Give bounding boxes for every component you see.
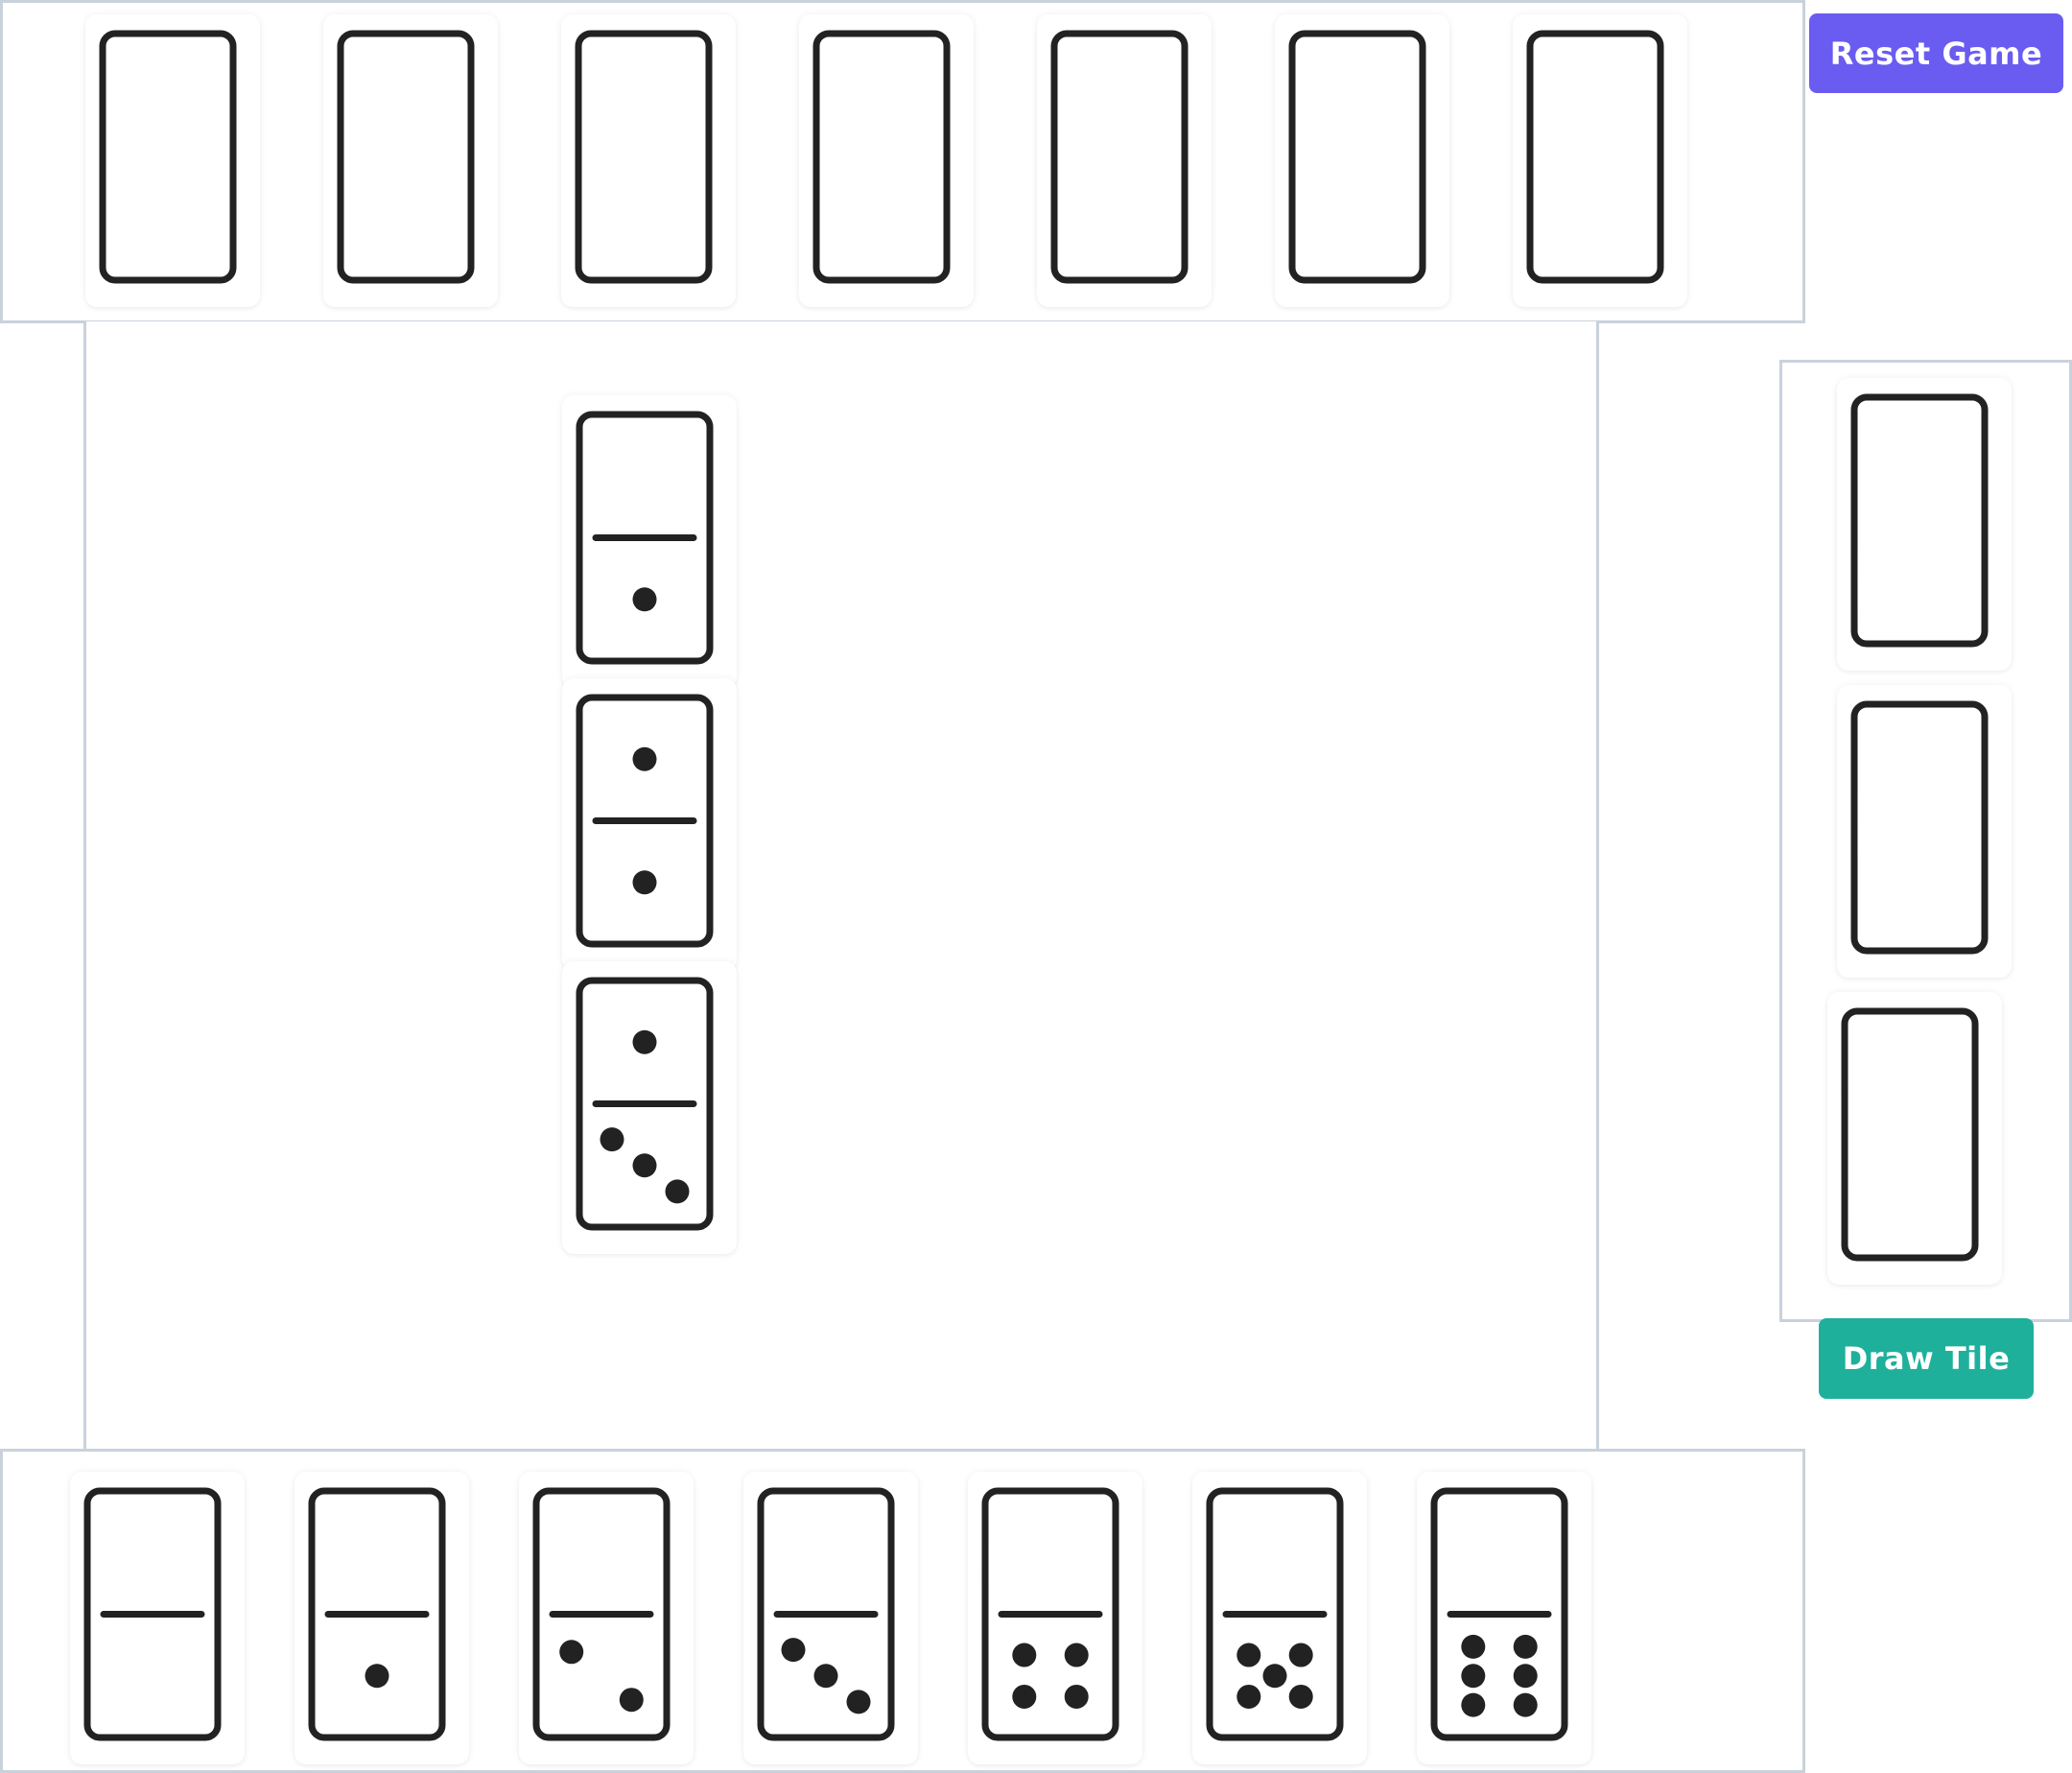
player-hand-tile[interactable] [1192, 1472, 1367, 1764]
domino-pip [1262, 1664, 1287, 1689]
domino-pip [1012, 1684, 1037, 1709]
domino-frame [337, 30, 475, 284]
domino-frame [99, 30, 237, 284]
domino-pip [1012, 1643, 1037, 1667]
domino-pip [619, 1688, 644, 1713]
domino-pip [1288, 1643, 1313, 1667]
domino-svg [337, 30, 475, 284]
player-hand-tile[interactable] [294, 1472, 469, 1764]
domino-pip [781, 1638, 806, 1663]
domino-svg [812, 30, 951, 284]
domino-pip [1064, 1643, 1089, 1667]
domino-pip [1236, 1643, 1261, 1667]
domino-pip [1461, 1634, 1486, 1659]
player-hand-tile[interactable] [968, 1472, 1142, 1764]
opponent-facedown-tile [1037, 14, 1212, 307]
domino-svg [1850, 700, 1989, 955]
domino-pip [1461, 1692, 1486, 1717]
domino-svg [83, 1487, 222, 1741]
domino-pip [632, 746, 657, 771]
domino-svg [757, 1487, 895, 1741]
domino-pip [632, 870, 657, 895]
domino-svg [99, 30, 237, 284]
domino-pip [846, 1690, 871, 1714]
player-hand-tile[interactable] [1417, 1472, 1591, 1764]
domino-pip [1288, 1684, 1313, 1709]
domino-svg [308, 1487, 446, 1741]
domino-frame [1050, 30, 1189, 284]
domino-svg [1050, 30, 1189, 284]
boneyard-facedown-tile[interactable] [1837, 685, 2012, 978]
domino-frame [1850, 393, 1989, 648]
domino-pip [1064, 1684, 1089, 1709]
domino-svg [576, 977, 714, 1231]
board-domino-tile [562, 961, 737, 1254]
domino-pip [600, 1127, 624, 1152]
domino-svg [1288, 30, 1426, 284]
domino-pip [365, 1664, 389, 1689]
domino-pip [632, 587, 657, 612]
player-hand-tile[interactable] [70, 1472, 245, 1764]
board-domino-tile [562, 678, 737, 971]
domino-svg [1850, 393, 1989, 648]
domino-pip [1236, 1684, 1261, 1709]
domino-pip [1513, 1634, 1538, 1659]
opponent-facedown-tile [1275, 14, 1449, 307]
opponent-facedown-tile [799, 14, 974, 307]
reset-game-button[interactable]: Reset Game [1809, 13, 2063, 93]
board-domino-tile [562, 395, 737, 688]
domino-frame [1850, 700, 1989, 955]
domino-svg [575, 30, 713, 284]
domino-svg [532, 1487, 671, 1741]
domino-svg [1430, 1487, 1568, 1741]
boneyard-facedown-tile[interactable] [1837, 378, 2012, 671]
domino-frame [1526, 30, 1664, 284]
domino-pip [632, 1029, 657, 1054]
player-hand-tile[interactable] [519, 1472, 694, 1764]
domino-svg [1526, 30, 1664, 284]
game-board [83, 321, 1599, 1454]
player-hand-panel [0, 1449, 1805, 1773]
domino-pip [632, 1153, 657, 1178]
domino-pip [813, 1664, 838, 1689]
opponent-facedown-tile [561, 14, 736, 307]
opponent-hand-panel [0, 0, 1805, 323]
domino-frame [812, 30, 951, 284]
domino-pip [1513, 1692, 1538, 1717]
boneyard-panel [1779, 360, 2072, 1322]
opponent-facedown-tile [85, 14, 260, 307]
domino-svg [1841, 1007, 1979, 1262]
domino-svg [1206, 1487, 1344, 1741]
domino-svg [576, 694, 714, 948]
domino-pip [1461, 1664, 1486, 1689]
player-hand-tile[interactable] [743, 1472, 918, 1764]
domino-frame [1841, 1007, 1979, 1262]
domino-pip [1513, 1664, 1538, 1689]
draw-tile-button[interactable]: Draw Tile [1819, 1318, 2034, 1399]
opponent-facedown-tile [1513, 14, 1687, 307]
domino-frame [1288, 30, 1426, 284]
boneyard-facedown-tile[interactable] [1827, 992, 2002, 1285]
domino-pip [559, 1640, 584, 1665]
opponent-facedown-tile [323, 14, 498, 307]
domino-frame [575, 30, 713, 284]
domino-svg [576, 411, 714, 665]
domino-pip [665, 1179, 690, 1204]
domino-svg [981, 1487, 1119, 1741]
